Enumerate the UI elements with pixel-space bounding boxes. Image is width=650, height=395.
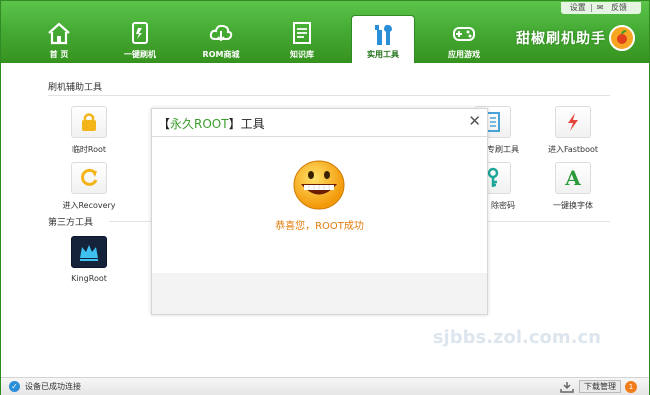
header-bar: 设置 ✉ 反馈 首 页 一键刷机 ROM商城 知识库 实用工具 应用游戏 甜椒刷…: [1, 1, 649, 63]
feedback-link[interactable]: ✉ 反馈: [592, 2, 637, 14]
download-manager[interactable]: 下载管理 1: [559, 380, 637, 393]
tab-label: 一键刷机: [124, 50, 156, 59]
home-icon: [48, 22, 70, 45]
connection-status: ✓ 设备已成功连接: [9, 381, 81, 392]
tab-utility-tools[interactable]: 实用工具: [351, 15, 415, 63]
download-manager-label: 下载管理: [579, 380, 621, 393]
refresh-icon: [71, 162, 107, 194]
cloud-download-icon: [209, 24, 233, 42]
tool-label: KingRoot: [71, 274, 107, 283]
tab-rom-store[interactable]: ROM商城: [181, 15, 261, 63]
tool-fastboot[interactable]: 进入Fastboot: [533, 106, 613, 155]
section-title-helper: 刷机辅助工具: [48, 83, 103, 93]
section-divider: [48, 95, 610, 96]
top-links: 设置 ✉ 反馈: [560, 2, 641, 14]
tab-apps-games[interactable]: 应用游戏: [424, 15, 504, 63]
brand: 甜椒刷机助手: [516, 25, 635, 51]
main-tabs: 首 页 一键刷机 ROM商城 知识库 实用工具 应用游戏: [19, 15, 504, 63]
tab-knowledge-base[interactable]: 知识库: [262, 15, 342, 63]
tools-icon: [375, 24, 392, 45]
close-icon[interactable]: ✕: [468, 113, 481, 129]
dialog-title-suffix: 工具: [240, 117, 265, 131]
font-icon: A: [555, 162, 591, 194]
dialog-title-accent: 永久ROOT: [170, 117, 229, 131]
success-message: 恭喜您，ROOT成功: [275, 221, 364, 232]
pepper-logo-icon: [609, 25, 635, 51]
tool-label: 进入Recovery: [62, 201, 116, 210]
lightning-icon: [555, 106, 591, 138]
brand-name: 甜椒刷机助手: [516, 31, 606, 47]
connection-text: 设备已成功连接: [25, 382, 81, 391]
kingroot-icon: [71, 236, 107, 268]
download-tray-icon: [560, 381, 574, 393]
download-count-badge: 1: [625, 380, 637, 393]
tool-change-font[interactable]: A 一键换字体: [533, 162, 613, 211]
tab-label: 实用工具: [367, 50, 399, 59]
dialog-title-bar: 【永久ROOT】工具 ✕: [152, 109, 487, 137]
document-icon: [293, 22, 311, 44]
tab-home[interactable]: 首 页: [19, 15, 99, 63]
settings-link[interactable]: 设置: [565, 2, 591, 14]
smiley-icon: [293, 160, 345, 210]
watermark: sjbbs.zol.com.cn: [432, 327, 601, 348]
tool-label: 临时Root: [71, 145, 107, 154]
tab-label: 知识库: [290, 50, 314, 59]
tool-kingroot[interactable]: KingRoot: [49, 236, 129, 283]
tab-label: 应用游戏: [448, 50, 480, 59]
phone-flash-icon: [132, 22, 148, 44]
dialog-body: 恭喜您，ROOT成功: [152, 137, 487, 273]
app-window: 设置 ✉ 反馈 首 页 一键刷机 ROM商城 知识库 实用工具 应用游戏 甜椒刷…: [0, 0, 650, 395]
tool-label: 进入Fastboot: [547, 145, 599, 154]
lock-icon: [71, 106, 107, 138]
status-bar: ✓ 设备已成功连接 下载管理 1: [1, 377, 649, 395]
tool-label: 一键换字体: [553, 201, 593, 210]
tool-recovery[interactable]: 进入Recovery: [49, 162, 129, 211]
tab-one-click-flash[interactable]: 一键刷机: [100, 15, 180, 63]
tab-label: ROM商城: [202, 50, 240, 59]
tab-label: 首 页: [49, 50, 69, 59]
check-icon: ✓: [9, 381, 20, 392]
root-dialog: 【永久ROOT】工具 ✕ 恭喜您，ROOT成功: [151, 108, 488, 315]
dialog-title: 【永久ROOT】工具: [158, 117, 265, 131]
section-title-third-party: 第三方工具: [48, 218, 94, 228]
tool-temp-root[interactable]: 临时Root: [49, 106, 129, 155]
gamepad-icon: [453, 27, 475, 41]
